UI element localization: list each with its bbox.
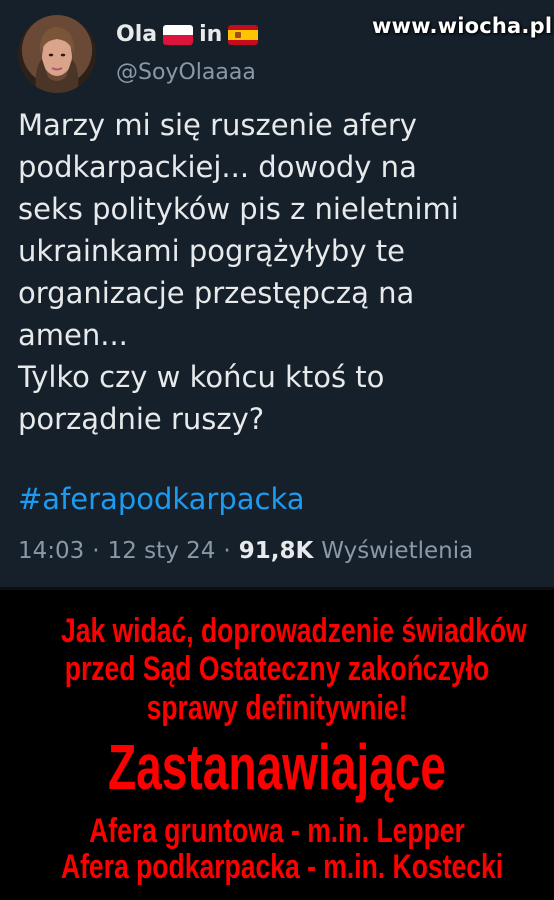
tweet-card: Ola in @SoyOlaaaa www.wiocha.pl Marzy mi… xyxy=(0,0,554,587)
flag-poland-icon xyxy=(163,24,194,45)
hashtag-link[interactable]: #aferapodkarpacka xyxy=(18,482,305,516)
meta-separator: · xyxy=(92,538,100,564)
views-count[interactable]: 91,8K xyxy=(239,538,314,564)
author-name-in: in xyxy=(199,22,223,47)
caption-headline: Zastanawiające xyxy=(107,731,447,803)
caption-line-5: Afera gruntowa - m.in. Lepper xyxy=(89,812,465,850)
site-watermark: www.wiocha.pl xyxy=(372,14,553,38)
meta-separator: · xyxy=(223,538,231,564)
tweet-time[interactable]: 14:03 xyxy=(18,538,84,564)
flag-spain-icon xyxy=(228,24,259,45)
avatar[interactable] xyxy=(18,15,96,93)
caption-line-6: Afera podkarpacka - m.in. Kostecki xyxy=(60,848,504,886)
views-label[interactable]: Wyświetlenia xyxy=(321,538,473,564)
tweet-date[interactable]: 12 sty 24 xyxy=(108,538,216,564)
author-handle[interactable]: @SoyOlaaaa xyxy=(116,60,256,85)
caption-line-2: przed Sąd Ostateczny zakończyło xyxy=(64,650,490,688)
tweet-text: Marzy mi się ruszenie afery podkarpackie… xyxy=(18,108,459,436)
tweet-meta: 14:03 · 12 sty 24 · 91,8K Wyświetlenia xyxy=(18,538,473,564)
caption-line-3: sprawy definitywnie! xyxy=(146,689,408,727)
avatar-image xyxy=(35,27,79,93)
caption-line-1: Jak widać, doprowadzenie świadków xyxy=(60,612,527,650)
meme-caption: Jak widać, doprowadzenie świadków przed … xyxy=(0,590,554,900)
author-name[interactable]: Ola xyxy=(116,22,157,47)
author-name-row[interactable]: Ola in xyxy=(116,22,259,47)
